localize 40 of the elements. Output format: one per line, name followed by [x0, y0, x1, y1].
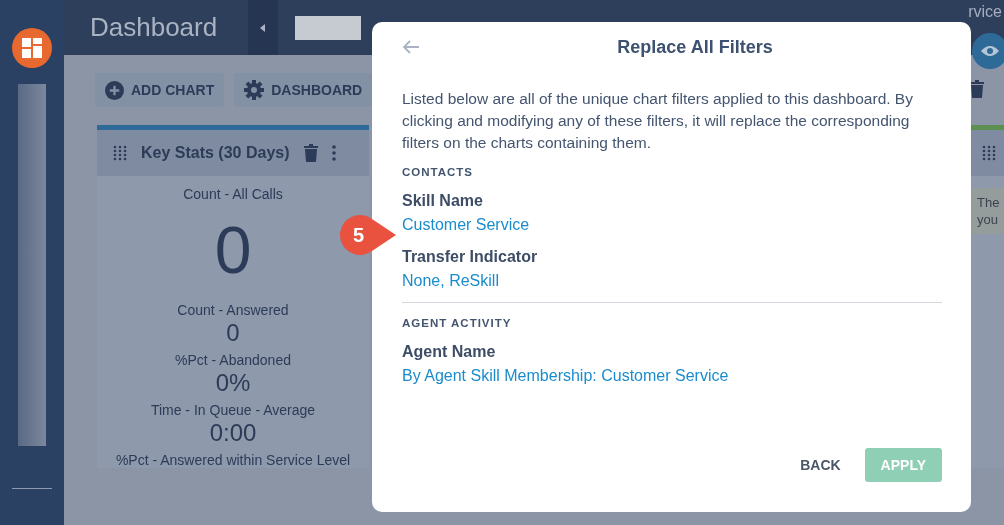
filter-value-link[interactable]: By Agent Skill Membership: Customer Service: [402, 367, 942, 385]
drag-handle-icon[interactable]: [113, 145, 127, 161]
stat-value: 0: [214, 212, 252, 289]
stat-label: %Pct - Answered within Service Level: [115, 452, 351, 468]
stat-label: Time - In Queue - Average: [150, 402, 316, 418]
callout-marker: [340, 215, 396, 255]
delete-dashboard-icon[interactable]: [970, 80, 984, 98]
filter-name: Skill Name: [402, 192, 484, 210]
filter-name: Transfer Indicator: [402, 248, 539, 266]
page-title: Dashboard: [89, 12, 219, 43]
view-button[interactable]: [972, 33, 1004, 69]
eye-icon: [981, 45, 999, 57]
dashboard-tab[interactable]: rvice: [968, 3, 1004, 21]
caret-icon: [260, 23, 266, 32]
section-heading: CONTACTS: [402, 166, 475, 178]
dialog-description: Listed below are all of the unique chart filters applied to this dashboard. By clicking and modifying any of these filters, it will replace the corresponding filters on the charts containing them.: [402, 89, 914, 153]
back-button[interactable]: BACK: [784, 448, 857, 482]
section-heading: AGENT ACTIVITY: [402, 317, 513, 329]
step-number: 5: [353, 223, 365, 247]
dashboard-settings-button[interactable]: DASHBOARD: [234, 73, 373, 107]
stat-value: 0:00: [209, 418, 257, 448]
stat-value: 0: [226, 318, 240, 348]
gear-icon: [244, 80, 265, 100]
filter-value-link[interactable]: Customer Service: [402, 216, 942, 234]
more-options-icon[interactable]: [331, 145, 336, 161]
stat-label: Count - Answered: [177, 302, 289, 318]
card-message: The you: [972, 188, 1004, 234]
plus-icon: [105, 80, 124, 100]
card-title: Key Stats (30 Days): [141, 144, 290, 162]
filter-name: Agent Name: [402, 343, 497, 361]
filter-value-link[interactable]: None, ReSkill: [402, 272, 942, 290]
back-arrow-icon[interactable]: [402, 40, 420, 54]
dialog-title: Replace All Filters: [616, 36, 774, 58]
stat-label: Count - All Calls: [183, 186, 283, 202]
add-chart-button[interactable]: ADD CHART: [95, 73, 225, 107]
drag-handle-icon[interactable]: [982, 145, 996, 161]
delete-icon[interactable]: [303, 144, 318, 162]
app-logo-icon[interactable]: [12, 28, 52, 68]
stat-value: 0%: [215, 368, 251, 398]
stat-label: %Pct - Abandoned: [175, 352, 291, 368]
